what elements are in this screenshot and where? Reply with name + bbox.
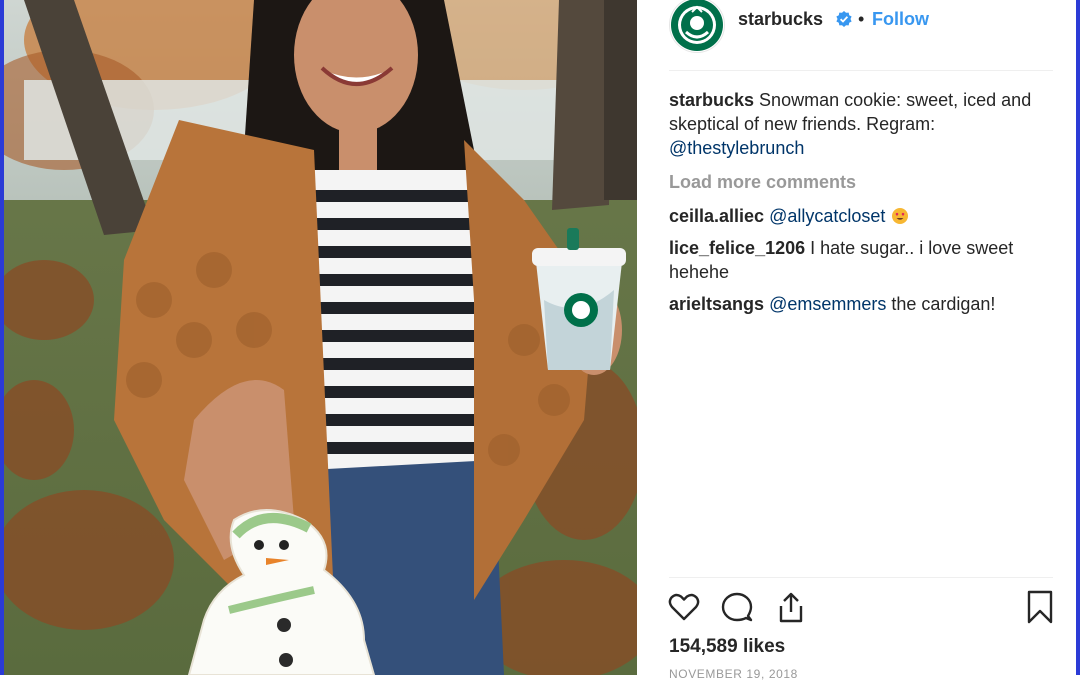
comment-item: lice_felice_1206 I hate sugar.. i love s… (669, 236, 1049, 284)
speech-bubble-icon[interactable] (720, 590, 754, 624)
comment-username[interactable]: arieltsangs (669, 294, 764, 314)
comment-mention[interactable]: @allycatcloset (769, 206, 885, 226)
post-username[interactable]: starbucks (738, 9, 823, 30)
heart-eyes-emoji-icon (892, 208, 909, 224)
post-date: NOVEMBER 19, 2018 (669, 667, 798, 681)
share-icon[interactable] (774, 590, 808, 624)
comment-text: the cardigan! (886, 294, 996, 314)
comments-section: starbucks Snowman cookie: sweet, iced an… (669, 88, 1049, 324)
comment-username[interactable]: lice_felice_1206 (669, 238, 805, 258)
avatar[interactable] (669, 0, 725, 53)
post-header: starbucks • Follow (637, 0, 1076, 70)
load-more-comments-button[interactable]: Load more comments (669, 170, 1049, 194)
actions-divider (669, 577, 1053, 578)
post-photo-illustration (4, 0, 637, 675)
window-frame-right (1076, 0, 1080, 675)
comment-username[interactable]: ceilla.alliec (669, 206, 764, 226)
starbucks-siren-logo-icon (671, 0, 723, 51)
comment-item: ceilla.alliec @allycatcloset (669, 204, 1049, 228)
post-photo[interactable] (4, 0, 637, 675)
post-actions (667, 590, 1057, 626)
caption-username[interactable]: starbucks (669, 90, 754, 110)
caption-mention[interactable]: @thestylebrunch (669, 138, 804, 158)
comment-item: arieltsangs @emsemmers the cardigan! (669, 292, 1049, 316)
post-caption: starbucks Snowman cookie: sweet, iced an… (669, 88, 1049, 160)
bookmark-icon[interactable] (1023, 590, 1057, 624)
post-side-panel: starbucks • Follow starbucks Snowman coo… (637, 0, 1076, 681)
likes-count[interactable]: 154,589 likes (669, 636, 785, 658)
heart-icon[interactable] (667, 590, 701, 624)
header-separator: • (858, 9, 865, 29)
follow-button[interactable]: Follow (872, 9, 929, 30)
verified-badge-icon (836, 11, 852, 27)
header-divider (669, 70, 1053, 71)
comment-mention[interactable]: @emsemmers (769, 294, 886, 314)
